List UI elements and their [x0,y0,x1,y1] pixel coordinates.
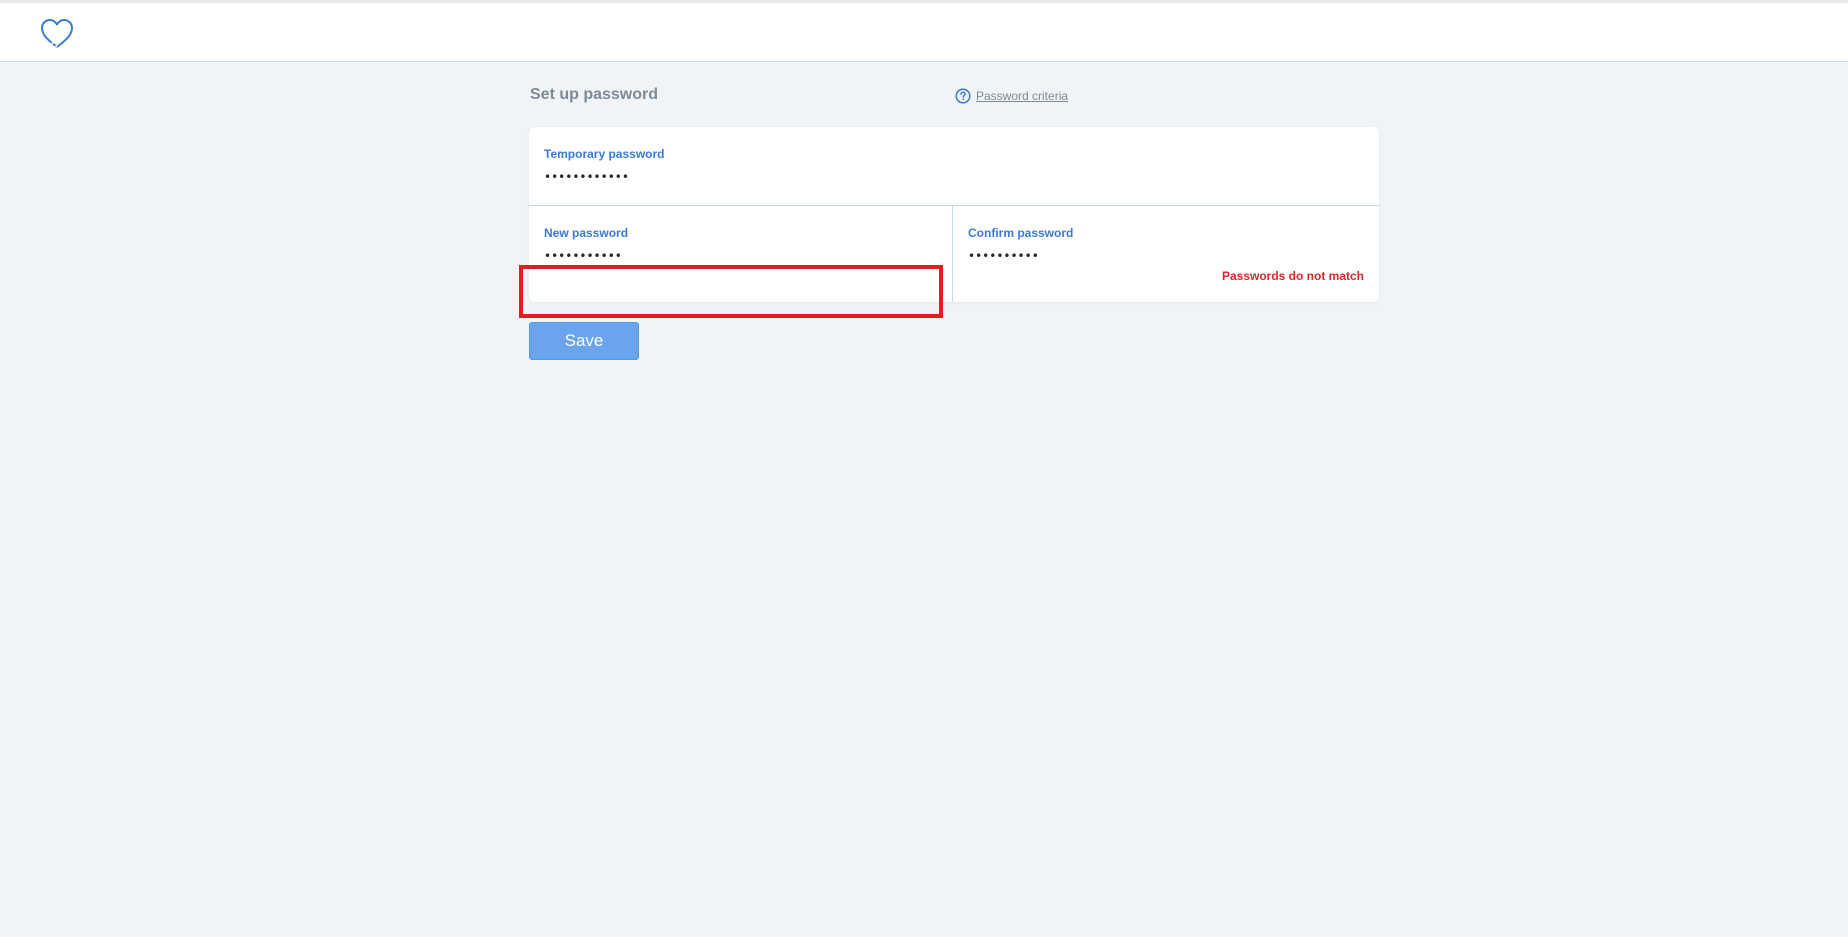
temporary-password-field[interactable]: Temporary password [529,127,1379,206]
question-circle-icon [955,88,971,104]
confirm-password-input[interactable] [968,248,1358,264]
temporary-password-input[interactable] [544,169,934,185]
page-title: Set up password [530,86,659,103]
highlight-annotation-box [519,265,943,318]
new-password-input[interactable] [544,248,934,264]
heart-outline-icon[interactable] [38,16,76,52]
confirm-password-label: Confirm password [968,226,1074,240]
confirm-password-field[interactable]: Confirm password Passwords do not match [953,206,1379,302]
temporary-password-label: Temporary password [544,147,665,161]
password-criteria-link[interactable]: Password criteria [955,88,1068,104]
save-button[interactable]: Save [529,322,639,360]
new-password-label: New password [544,226,629,240]
password-criteria-label[interactable]: Password criteria [976,89,1068,103]
password-mismatch-error: Passwords do not match [1221,269,1364,283]
top-bar [0,0,1848,62]
